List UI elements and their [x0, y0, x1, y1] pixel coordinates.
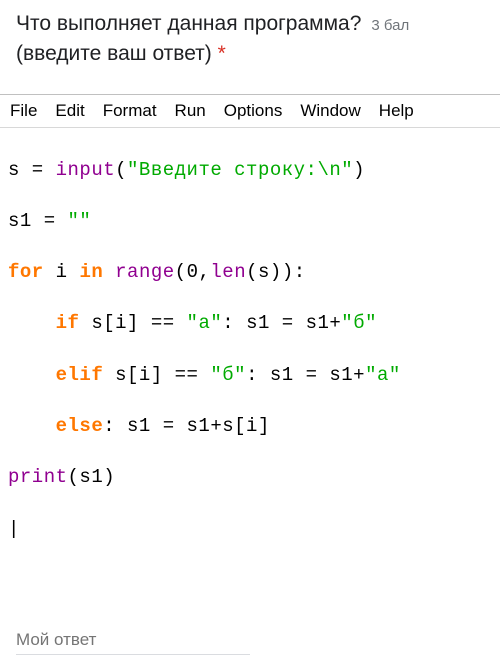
code-line-cursor: |: [8, 517, 492, 543]
code-line-6: else: s1 = s1+s[i]: [8, 414, 492, 440]
required-mark: *: [218, 42, 226, 65]
code-line-5: elif s[i] == "б": s1 = s1+"а": [8, 363, 492, 389]
menu-help[interactable]: Help: [379, 101, 414, 121]
code-editor-content: s = input("Введите строку:\n") s1 = "" f…: [0, 128, 500, 598]
menu-format[interactable]: Format: [103, 101, 157, 121]
code-screenshot: File Edit Format Run Options Window Help…: [0, 94, 500, 598]
editor-menu-bar: File Edit Format Run Options Window Help: [0, 95, 500, 128]
code-line-4: if s[i] == "а": s1 = s1+"б": [8, 311, 492, 337]
menu-file[interactable]: File: [10, 101, 37, 121]
menu-edit[interactable]: Edit: [55, 101, 84, 121]
question-points: 3 бал: [371, 17, 409, 34]
question-text-line1: Что выполняет данная программа?: [16, 12, 361, 36]
code-line-3: for i in range(0,len(s)):: [8, 260, 492, 286]
answer-input[interactable]: [16, 626, 250, 655]
code-line-1: s = input("Введите строку:\n"): [8, 158, 492, 184]
code-line-2: s1 = "": [8, 209, 492, 235]
question-text-line2: (введите ваш ответ) *: [16, 42, 484, 66]
menu-options[interactable]: Options: [224, 101, 283, 121]
menu-run[interactable]: Run: [175, 101, 206, 121]
menu-window[interactable]: Window: [300, 101, 360, 121]
code-line-7: print(s1): [8, 465, 492, 491]
